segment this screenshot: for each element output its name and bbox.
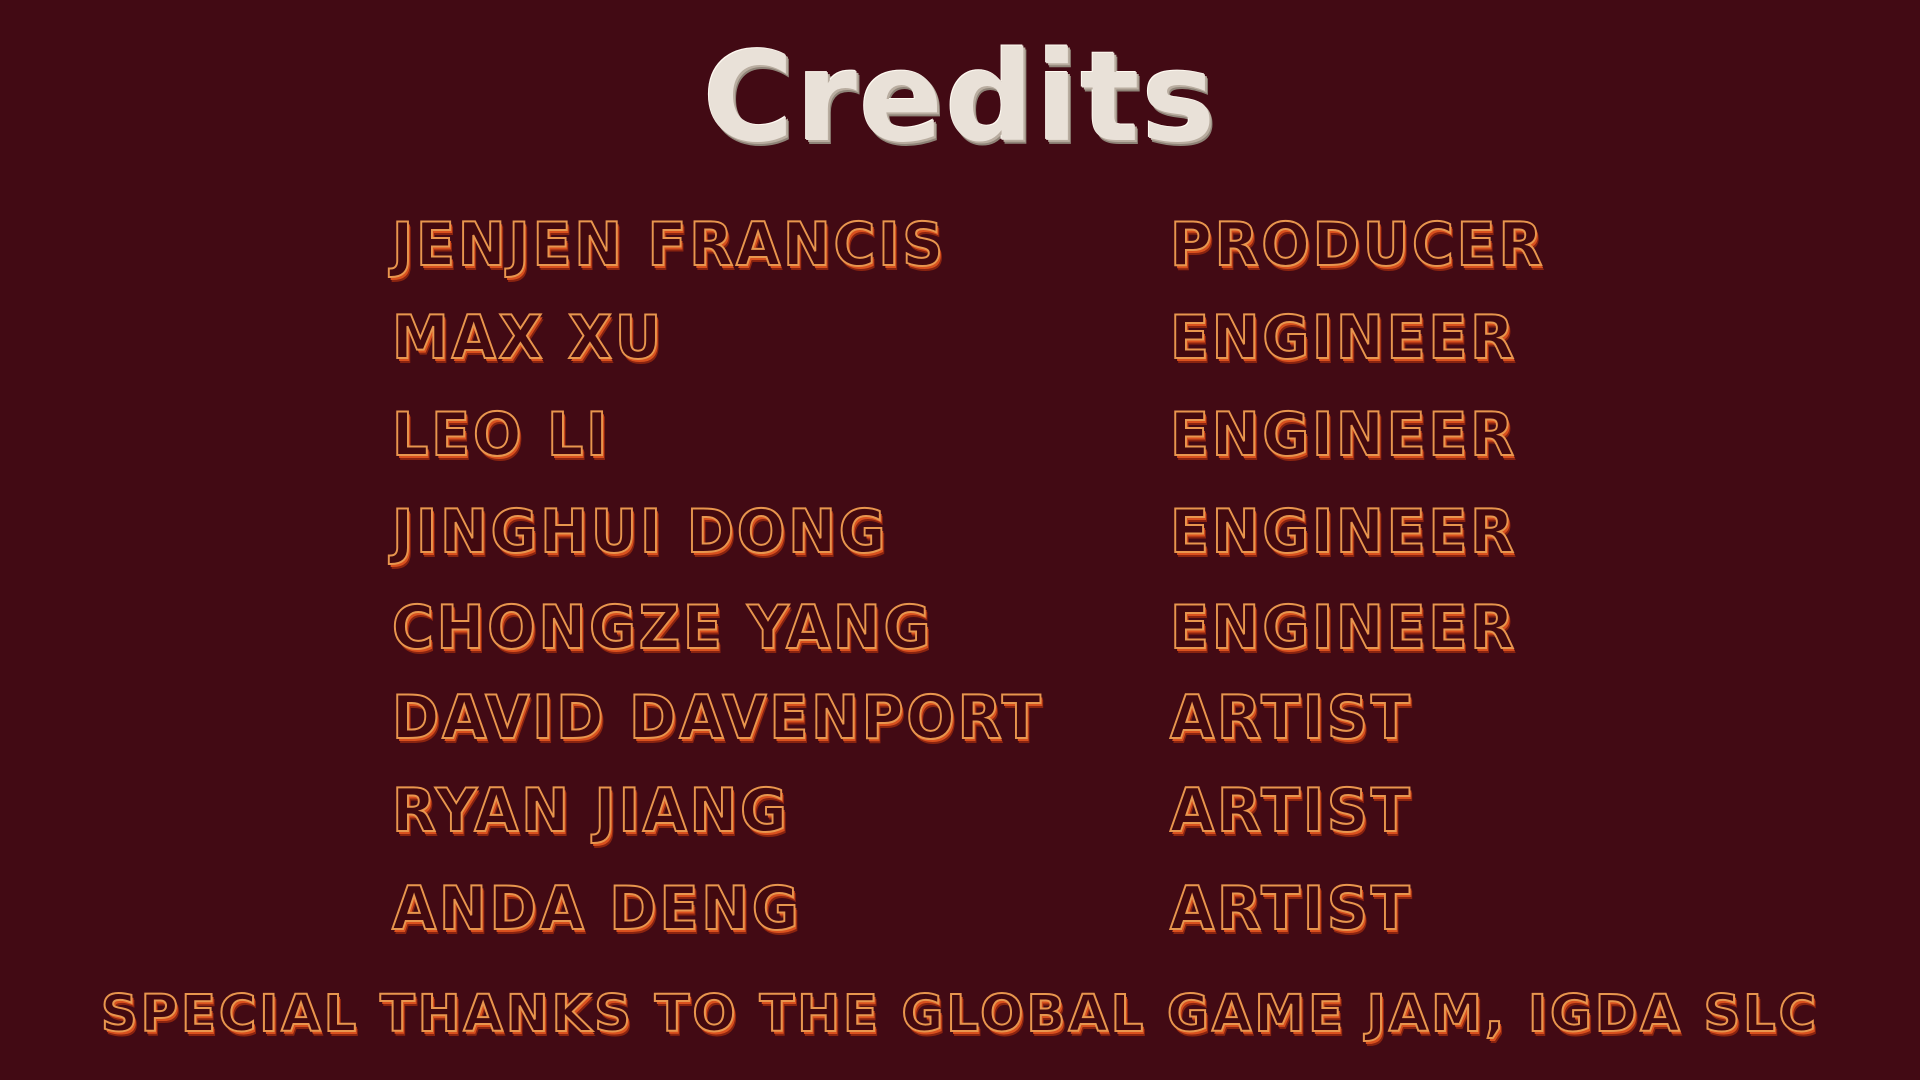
credit-name: Jinghui Dong bbox=[391, 496, 889, 568]
credit-role: Artist bbox=[1169, 682, 1413, 754]
credit-role: Engineer bbox=[1169, 496, 1517, 568]
credit-role: Artist bbox=[1169, 775, 1413, 847]
credits-title: Credits bbox=[702, 26, 1218, 170]
credit-role: Engineer bbox=[1169, 399, 1517, 471]
credit-name: Jenjen Francis bbox=[391, 209, 947, 281]
credit-row: Jinghui Dong Engineer bbox=[0, 492, 1920, 572]
credit-name: Max Xu bbox=[391, 302, 664, 374]
special-thanks-row: Special thanks to the Global Game Jam, I… bbox=[0, 980, 1920, 1050]
credit-row: Leo Li Engineer bbox=[0, 395, 1920, 475]
special-thanks: Special thanks to the Global Game Jam, I… bbox=[100, 984, 1820, 1045]
credit-role: Artist bbox=[1169, 873, 1413, 945]
credits-screen: Credits Jenjen Francis Producer Max Xu E… bbox=[0, 0, 1920, 1080]
credit-row: Ryan Jiang Artist bbox=[0, 771, 1920, 851]
credit-row: David Davenport Artist bbox=[0, 678, 1920, 758]
credit-name: Ryan Jiang bbox=[391, 775, 790, 847]
credit-row: Max Xu Engineer bbox=[0, 298, 1920, 378]
credit-row: Jenjen Francis Producer bbox=[0, 205, 1920, 285]
credit-role: Engineer bbox=[1169, 592, 1517, 664]
credit-row: Anda Deng Artist bbox=[0, 869, 1920, 949]
credit-name: David Davenport bbox=[391, 682, 1044, 754]
credit-name: Chongze Yang bbox=[391, 592, 934, 664]
credit-name: Anda Deng bbox=[391, 873, 802, 945]
credit-role: Producer bbox=[1169, 209, 1546, 281]
credit-role: Engineer bbox=[1169, 302, 1517, 374]
credit-row: Chongze Yang Engineer bbox=[0, 588, 1920, 668]
credit-name: Leo Li bbox=[391, 399, 611, 471]
